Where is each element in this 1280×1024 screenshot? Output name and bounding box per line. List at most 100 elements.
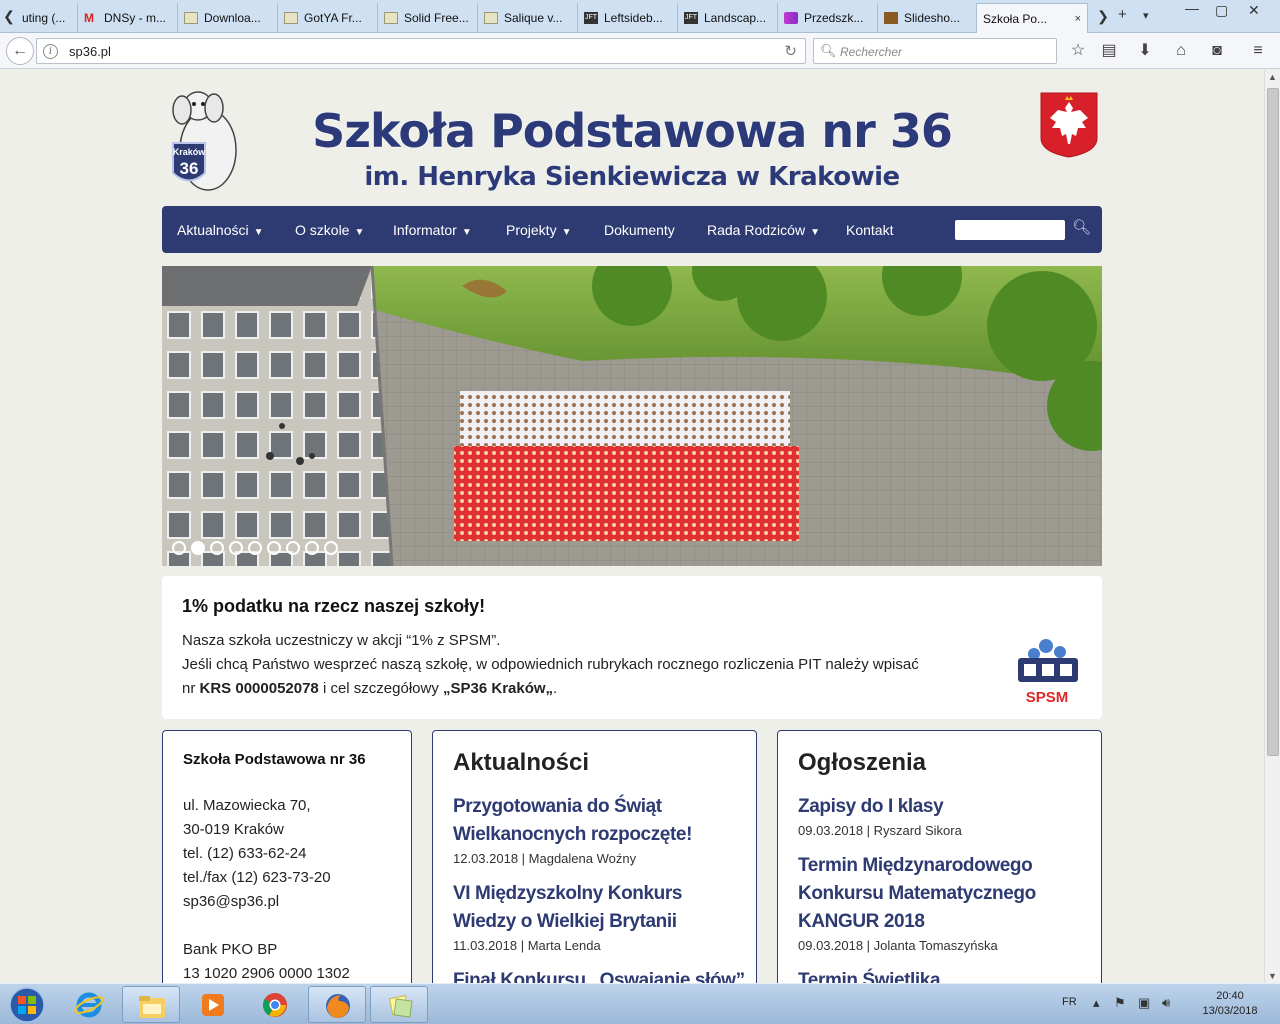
browser-tab-bar: ❮ uting (... M DNSy - m... Downloa... Go… (0, 0, 1280, 33)
new-tab-icon[interactable]: + (1118, 6, 1127, 23)
search-icon[interactable]: 🔍︎ (1072, 218, 1091, 236)
dropdown-caret-icon: ▼ (354, 227, 365, 238)
nav-item-o-szkole[interactable]: O szkole ▼ (295, 222, 364, 238)
post-title-line: Termin Świetlika (798, 970, 941, 983)
nav-label: Rada Rodziców (707, 222, 806, 238)
pocket-icon[interactable]: ◙ (1207, 41, 1227, 61)
language-indicator[interactable]: FR (1062, 996, 1077, 1008)
page-scrollbar[interactable]: ▲ ▼ (1264, 70, 1280, 983)
show-hidden-icons-icon[interactable]: ▴ (1093, 995, 1100, 1011)
browser-tab-active[interactable]: Szkoła Po... × (976, 3, 1088, 33)
tab-close-icon[interactable]: × (1075, 13, 1081, 25)
tab-page-icon (484, 11, 498, 24)
browser-tab[interactable]: JFT Landscap... (678, 3, 778, 32)
nav-item-informator[interactable]: Informator ▼ (393, 222, 472, 238)
browser-tab[interactable]: GotYA Fr... (278, 3, 378, 32)
announcements-heading: Ogłoszenia (798, 749, 927, 776)
announcement-title-link[interactable]: Termin Świetlika (798, 967, 1088, 983)
address-email[interactable]: sp36@sp36.pl (183, 893, 279, 910)
start-button-icon[interactable] (4, 985, 50, 1024)
scroll-up-arrow-icon[interactable]: ▲ (1268, 72, 1277, 82)
announcement-meta: 09.03.2018 | Ryszard Sikora (798, 823, 962, 838)
tabs-scroll-right-icon[interactable]: ❯ (1096, 4, 1110, 28)
slider-dot[interactable] (172, 541, 186, 555)
url-bar[interactable]: i sp36.pl ↻ (36, 38, 806, 64)
slider-dot[interactable] (286, 541, 300, 555)
slider-dot[interactable] (305, 541, 319, 555)
browser-tab[interactable]: uting (... (16, 3, 78, 32)
action-center-flag-icon[interactable]: ⚑ (1114, 995, 1126, 1011)
krs-target: „SP36 Kraków„ (443, 680, 554, 697)
reading-list-icon[interactable]: ▤ (1099, 41, 1119, 61)
slider-dot[interactable] (248, 541, 262, 555)
minimize-window-icon[interactable]: — (1185, 0, 1199, 16)
scrollbar-thumb[interactable] (1267, 88, 1279, 756)
bookmark-star-icon[interactable]: ☆ (1068, 41, 1088, 61)
slider-dot[interactable] (267, 541, 281, 555)
taskbar-sticky-notes[interactable] (370, 986, 428, 1023)
url-text[interactable]: sp36.pl (69, 44, 111, 59)
site-search-input[interactable] (955, 220, 1065, 240)
news-post-title-link[interactable]: Finał Konkursu „Oswajanie słów” (453, 967, 745, 983)
slider-dot-active[interactable] (191, 541, 205, 555)
announcement-title-link[interactable]: Zapisy do I klasy (798, 793, 1088, 821)
announcements-column: Ogłoszenia Zapisy do I klasy 09.03.2018 … (777, 730, 1102, 983)
notice-line: Nasza szkoła uczestniczy w akcji “1% z S… (182, 632, 501, 649)
hero-slider[interactable] (162, 266, 1102, 566)
nav-item-aktualnosci[interactable]: Aktualności ▼ (177, 222, 264, 238)
site-subtitle: im. Henryka Sienkiewicza w Krakowie (364, 162, 900, 192)
browser-tab[interactable]: M DNSy - m... (78, 3, 178, 32)
browser-tab[interactable]: JFT Leftsideb... (578, 3, 678, 32)
home-icon[interactable]: ⌂ (1171, 41, 1191, 61)
post-title-line: Wielkanocnych rozpoczęte! (453, 824, 692, 845)
tab-page-icon (184, 11, 198, 24)
browser-search-field[interactable]: 🔍︎ Rechercher (813, 38, 1057, 64)
browser-tab[interactable]: Salique v... (478, 3, 578, 32)
system-clock[interactable]: 20:40 13/03/2018 (1195, 989, 1265, 1019)
news-post-meta: 11.03.2018 | Marta Lenda (453, 938, 601, 953)
gmail-icon: M (84, 10, 94, 25)
browser-navigation-bar: ← i sp36.pl ↻ 🔍︎ Rechercher ☆ ▤ ⬇ ⌂ ◙ ≡ (0, 33, 1280, 69)
notice-title: 1% podatku na rzecz naszej szkoły! (182, 596, 486, 616)
taskbar-firefox-active[interactable] (308, 986, 366, 1023)
downloads-icon[interactable]: ⬇ (1135, 41, 1155, 61)
maximize-window-icon[interactable]: ▢ (1215, 2, 1228, 19)
bank-account: 13 1020 2906 0000 1302 (183, 965, 350, 982)
taskbar-chrome[interactable] (246, 986, 304, 1023)
reload-icon[interactable]: ↻ (784, 42, 797, 60)
jft-icon: JFT (684, 11, 698, 24)
address-phone: tel. (12) 633-62-24 (183, 845, 307, 862)
nav-item-rada-rodzicow[interactable]: Rada Rodziców ▼ (707, 222, 820, 238)
close-window-icon[interactable]: ✕ (1248, 2, 1260, 19)
taskbar-media-player[interactable] (184, 986, 242, 1023)
slider-dot[interactable] (229, 541, 243, 555)
news-post-title-link[interactable]: VI Międzyszkolny Konkurs Wiedzy o Wielki… (453, 880, 743, 936)
main-navigation: Aktualności ▼ O szkole ▼ Informator ▼ Proje… (162, 206, 1102, 253)
news-post-title-link[interactable]: Przygotowania do Świąt Wielkanocnych roz… (453, 793, 743, 849)
announcement-title-link[interactable]: Termin Międzynarodowego Konkursu Matemat… (798, 852, 1088, 936)
taskbar-internet-explorer[interactable] (60, 986, 118, 1023)
browser-tab[interactable]: Przedszk... (778, 3, 878, 32)
slider-dot[interactable] (324, 541, 338, 555)
tab-label: Szkoła Po... (983, 11, 1048, 26)
nav-item-projekty[interactable]: Projekty ▼ (506, 222, 571, 238)
tabs-scroll-left-icon[interactable]: ❮ (2, 4, 16, 28)
spsm-logo[interactable]: SPSM (1012, 636, 1082, 708)
browser-tab[interactable]: Slidesho... (878, 3, 978, 32)
browser-tab[interactable]: Solid Free... (378, 3, 478, 32)
scroll-down-arrow-icon[interactable]: ▼ (1268, 971, 1277, 981)
browser-tab[interactable]: Downloa... (178, 3, 278, 32)
site-info-icon[interactable]: i (43, 44, 58, 59)
tab-page-icon (284, 11, 298, 24)
back-arrow-icon[interactable]: ← (6, 37, 34, 65)
taskbar-explorer[interactable] (122, 986, 180, 1023)
volume-icon[interactable]: 🔊︎ (1162, 995, 1170, 1011)
news-heading: Aktualności (453, 749, 590, 776)
nav-item-dokumenty[interactable]: Dokumenty (604, 222, 675, 238)
nav-item-kontakt[interactable]: Kontakt (846, 222, 893, 238)
tab-list-icon[interactable]: ▾ (1143, 9, 1149, 22)
slider-dot[interactable] (210, 541, 224, 555)
network-icon[interactable]: ▣ (1138, 995, 1150, 1011)
tax-notice-box: 1% podatku na rzecz naszej szkoły! Nasza… (162, 576, 1102, 719)
menu-icon[interactable]: ≡ (1248, 41, 1268, 61)
